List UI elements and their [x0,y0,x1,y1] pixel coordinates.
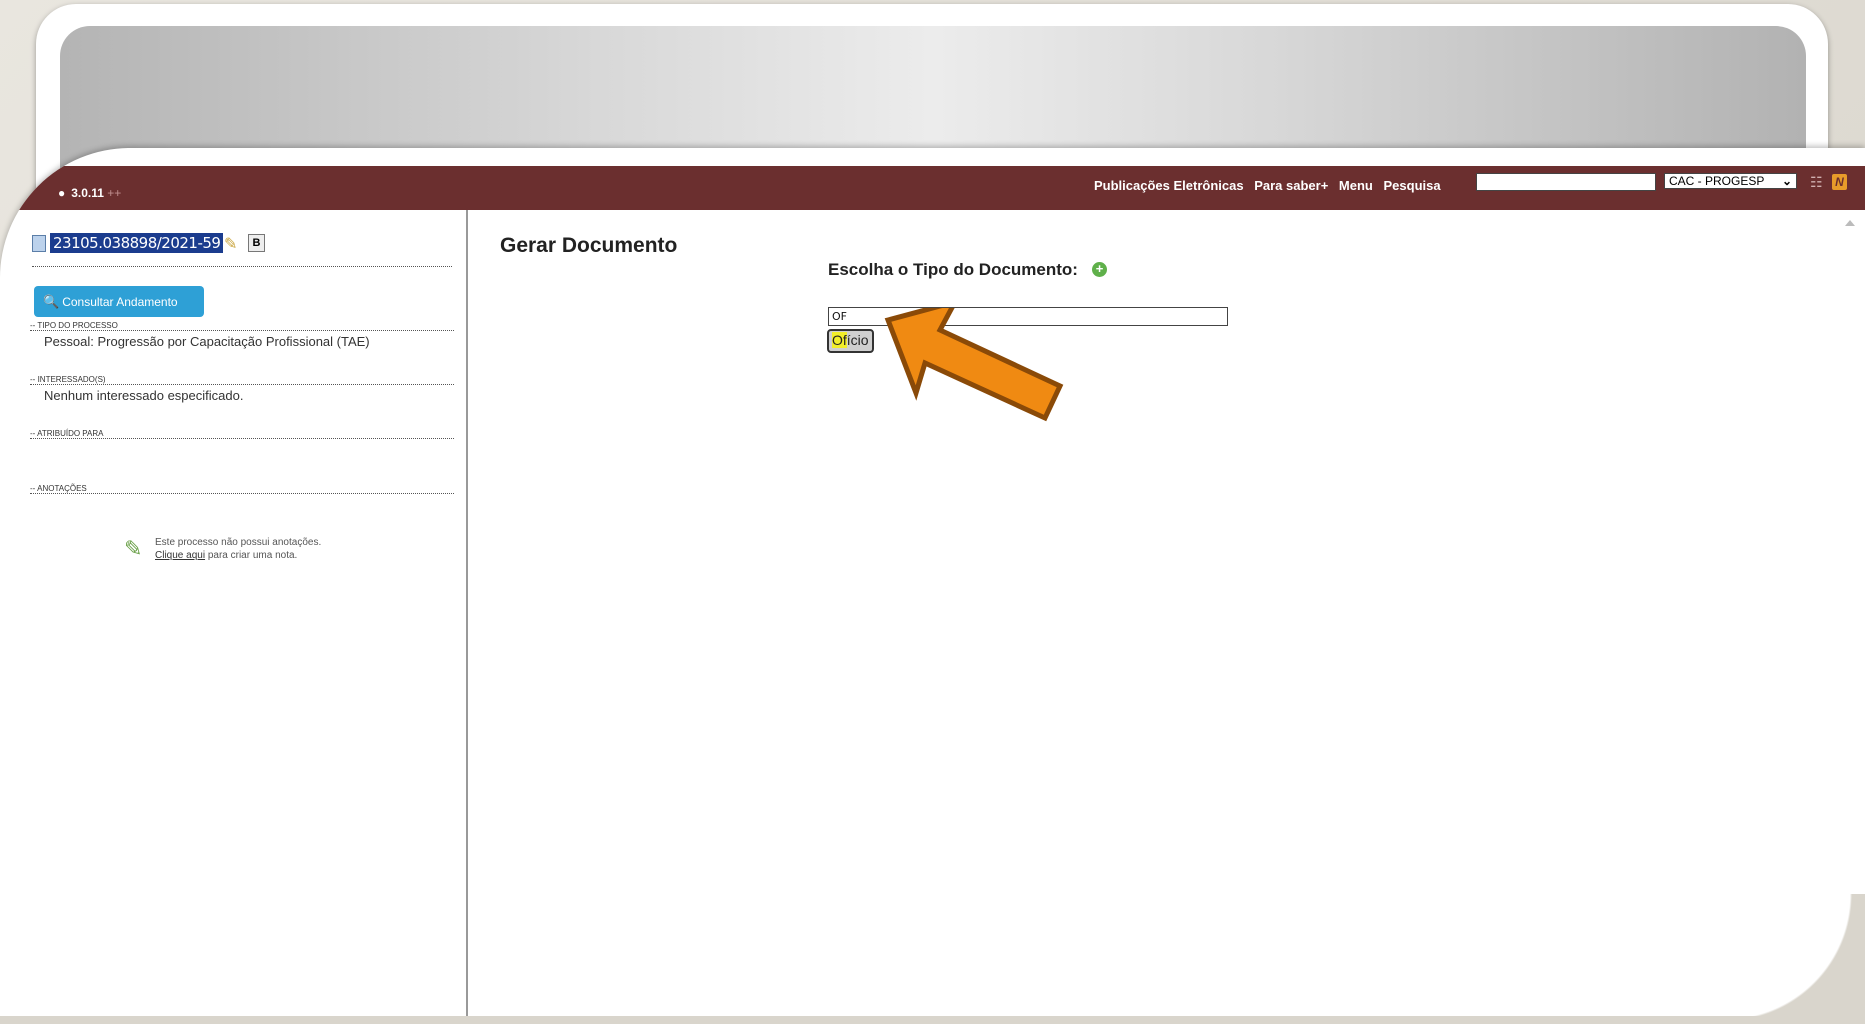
plus-icon[interactable]: + [1092,262,1107,277]
option-rest: ício [846,332,869,348]
version-label: ● 3.0.11 ++ [58,186,121,200]
version-number: 3.0.11 [71,186,104,200]
clique-aqui-link[interactable]: Clique aqui [155,550,205,561]
document-icon [32,235,46,252]
pointer-arrow-icon [884,308,1064,422]
consultar-andamento-label: Consultar Andamento [62,295,178,309]
n-icon[interactable]: N [1832,174,1847,190]
pencil-icon[interactable]: ✎ [224,234,237,254]
process-header: 23105.038898/2021-59 ✎ B [32,232,452,267]
oficio-option[interactable]: Ofício [827,329,874,353]
unit-select[interactable]: CAC - PROGESP ⌄ [1664,173,1797,189]
nav-pesquisa[interactable]: Pesquisa [1384,178,1441,193]
unit-select-value: CAC - PROGESP [1669,174,1765,188]
choose-type-label: Escolha o Tipo do Documento: [828,260,1078,279]
search-icon: 🔍 [43,294,60,309]
section-tipo-processo: -- TIPO DO PROCESSO [30,321,454,331]
section-atribuido: -- ATRIBUÍDO PARA [30,429,454,439]
screen-bottom-edge [0,1016,1865,1024]
chevron-down-icon: ⌄ [1781,174,1792,188]
section-anotacoes: -- ANOTAÇÕES [30,484,454,494]
top-bar: ● 3.0.11 ++ Publicações Eletrônicas Para … [0,166,1865,210]
logo-icon: ● [58,186,66,200]
interessados-value: Nenhum interessado especificado. [44,388,244,403]
nav-publicacoes[interactable]: Publicações Eletrônicas [1094,178,1244,193]
section-interessados: -- INTERESSADO(S) [30,375,454,385]
nav-links: Publicações Eletrônicas Para saber+ Menu… [1094,178,1448,193]
tipo-processo-value: Pessoal: Progressão por Capacitação Prof… [44,334,370,349]
list-icon[interactable]: ☷ [1810,174,1826,190]
scroll-up-icon[interactable] [1845,220,1855,226]
search-input[interactable] [1476,173,1656,191]
consultar-andamento-button[interactable]: 🔍 Consultar Andamento [34,286,204,317]
process-sidebar: 23105.038898/2021-59 ✎ B 🔍 Consultar Anda… [0,210,468,1024]
b-icon[interactable]: B [248,234,265,252]
nav-para-saber[interactable]: Para saber+ [1254,178,1328,193]
screen-corner [1725,894,1865,1024]
note-text: Este processo não possui anotações. Cliq… [155,537,322,561]
version-suffix: ++ [107,186,122,200]
process-number[interactable]: 23105.038898/2021-59 [50,233,224,253]
page-title: Gerar Documento [500,234,678,257]
screenshot-area: ● 3.0.11 ++ Publicações Eletrônicas Para … [0,148,1865,1024]
option-highlight: Of [832,332,847,348]
note-icon: ✎ [124,536,143,561]
nav-menu[interactable]: Menu [1339,178,1373,193]
